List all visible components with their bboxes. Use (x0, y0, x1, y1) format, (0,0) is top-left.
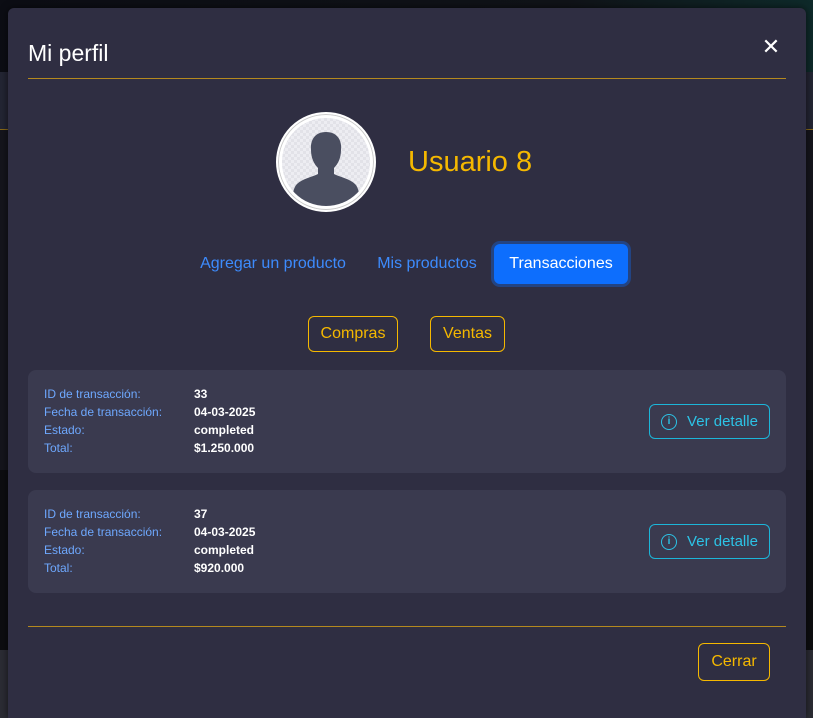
tab-mis-productos[interactable]: Mis productos (374, 244, 480, 284)
transaction-date-label: Fecha de transacción: (44, 405, 163, 419)
close-icon: ✕ (761, 34, 781, 59)
transaction-date-label: Fecha de transacción: (44, 525, 163, 539)
tab-transacciones[interactable]: Transacciones (494, 244, 628, 284)
transaction-date-value: 04-03-2025 (194, 405, 256, 419)
ver-detalle-button[interactable]: i Ver detalle (649, 524, 770, 559)
compras-button[interactable]: Compras (308, 316, 398, 352)
transaction-status-value: completed (194, 543, 255, 557)
info-icon: i (661, 533, 678, 550)
transaction-id-label: ID de transacción: (44, 507, 141, 521)
ver-detalle-button[interactable]: i Ver detalle (649, 404, 770, 439)
transaction-status-label: Estado: (44, 543, 85, 557)
tab-agregar-producto[interactable]: Agregar un producto (198, 244, 348, 284)
close-button[interactable]: ✕ (760, 36, 782, 58)
cerrar-button[interactable]: Cerrar (698, 643, 770, 681)
header-divider (28, 78, 786, 79)
transaction-date-value: 04-03-2025 (194, 525, 256, 539)
profile-username: Usuario 8 (408, 146, 533, 178)
transaction-id-value: 37 (194, 507, 208, 521)
transaction-status-label: Estado: (44, 423, 85, 437)
transaction-status-value: completed (194, 423, 255, 437)
ventas-button[interactable]: Ventas (430, 316, 505, 352)
transaction-card: ID de transacción: 33 Fecha de transacci… (28, 370, 786, 473)
footer-divider (28, 626, 786, 627)
ver-detalle-label: Ver detalle (687, 413, 758, 430)
transaction-total-label: Total: (44, 441, 73, 455)
avatar (276, 112, 376, 212)
info-icon: i (661, 413, 678, 430)
profile-modal: Mi perfil ✕ Usuario 8 Agregar un product… (8, 8, 806, 718)
transaction-total-label: Total: (44, 561, 73, 575)
transaction-id-value: 33 (194, 387, 208, 401)
modal-title: Mi perfil (28, 40, 109, 66)
ver-detalle-label: Ver detalle (687, 533, 758, 550)
transaction-total-value: $1.250.000 (194, 441, 255, 455)
user-silhouette-icon (282, 118, 370, 206)
transaction-card: ID de transacción: 37 Fecha de transacci… (28, 490, 786, 593)
transaction-total-value: $920.000 (194, 561, 245, 575)
transaction-id-label: ID de transacción: (44, 387, 141, 401)
